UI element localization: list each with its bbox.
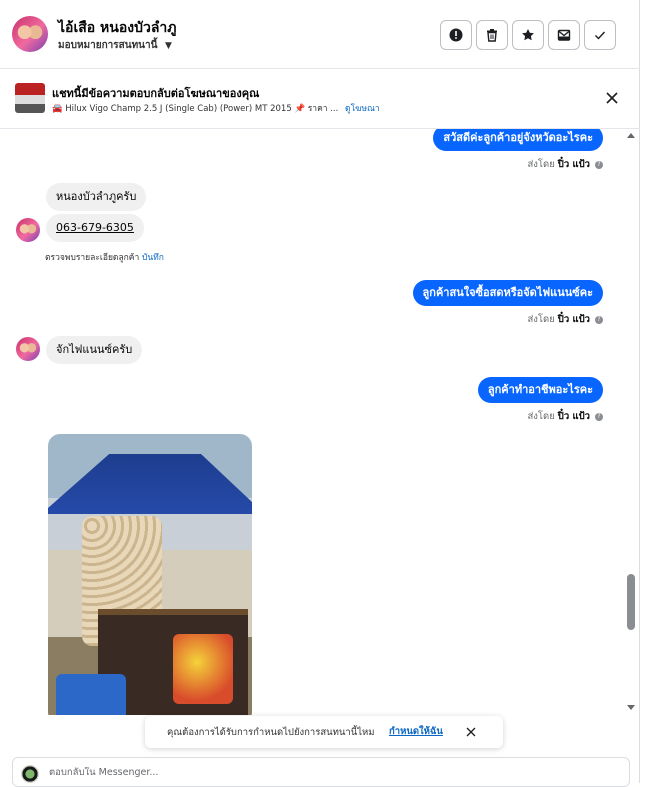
- ad-thumbnail[interactable]: [15, 83, 45, 113]
- avatar[interactable]: [16, 337, 40, 361]
- message-outgoing[interactable]: ลูกค้าทำอาชีพอะไรคะ: [477, 377, 603, 403]
- detected-details-note: ตรวจพบรายละเอียดลูกค้า บันทึก: [45, 250, 164, 264]
- scrollbar-thumb[interactable]: [627, 574, 635, 630]
- scroll-up-arrow-icon[interactable]: [626, 131, 636, 141]
- phone-number[interactable]: 063-679-6305: [56, 221, 134, 234]
- info-icon[interactable]: ?: [595, 413, 603, 421]
- ad-banner-subtitle: 🚘 Hilux Vigo Champ 2.5 J (Single Cab) (P…: [52, 101, 380, 115]
- conversation-header: ไอ้เสือ หนองบัวลำภู มอบหมายการสนทนานี้ ▼: [0, 0, 640, 69]
- delete-button[interactable]: [476, 20, 508, 50]
- ad-banner-title: แชทนี้มีข้อความตอบกลับต่อโฆษณาของคุณ: [52, 87, 260, 100]
- sent-by-label: ส่งโดย ปิ๋ว แป้ว ?: [527, 312, 603, 327]
- chevron-down-icon: ▼: [164, 41, 172, 51]
- ad-reply-banner: แชทนี้มีข้อความตอบกลับต่อโฆษณาของคุณ 🚘 H…: [0, 69, 640, 129]
- contact-name[interactable]: ไอ้เสือ หนองบัวลำภู: [58, 17, 177, 39]
- message-incoming[interactable]: จักไฟแนนซ์ครับ: [46, 336, 143, 364]
- mark-done-button[interactable]: [584, 20, 616, 50]
- message-outgoing[interactable]: ลูกค้าสนใจซื้อสดหรือจัดไฟแนนซ์คะ: [412, 280, 603, 306]
- ad-description: 🚘 Hilux Vigo Champ 2.5 J (Single Cab) (P…: [52, 104, 339, 114]
- star-icon: [522, 29, 534, 41]
- info-icon[interactable]: ?: [595, 316, 603, 324]
- message-incoming[interactable]: หนองบัวลำภูครับ: [46, 183, 147, 211]
- assign-label: มอบหมายการสนทนานี้: [58, 40, 158, 51]
- assign-prompt-text: คุณต้องการได้รับการกำหนดไปยังการสนทนานี้…: [167, 727, 375, 738]
- close-icon[interactable]: [465, 726, 477, 738]
- view-ad-link[interactable]: ดูโฆษณา: [345, 104, 380, 114]
- star-button[interactable]: [512, 20, 544, 50]
- sender-name: ปิ๋ว แป้ว: [557, 314, 590, 325]
- sent-by-prefix: ส่งโดย: [527, 411, 555, 422]
- mark-unread-button[interactable]: [548, 20, 580, 50]
- sender-name: ปิ๋ว แป้ว: [557, 411, 590, 422]
- sent-by-prefix: ส่งโดย: [527, 159, 555, 170]
- sent-by-prefix: ส่งโดย: [527, 314, 555, 325]
- scroll-down-arrow-icon[interactable]: [626, 702, 636, 712]
- trash-icon: [487, 29, 497, 42]
- sent-by-label: ส่งโดย ปิ๋ว แป้ว ?: [527, 409, 603, 424]
- conversation-panel: ไอ้เสือ หนองบัวลำภู มอบหมายการสนทนานี้ ▼: [0, 0, 640, 787]
- message-incoming[interactable]: 063-679-6305: [46, 214, 144, 242]
- messenger-page-icon: [21, 765, 39, 783]
- check-icon: [595, 31, 606, 40]
- sent-by-label: ส่งโดย ปิ๋ว แป้ว ?: [527, 157, 603, 172]
- close-icon[interactable]: [604, 90, 620, 106]
- reply-input[interactable]: [49, 767, 449, 778]
- message-outgoing[interactable]: สวัสดีค่ะลูกค้าอยู่จังหวัดอะไรคะ: [433, 129, 603, 151]
- alert-icon: [449, 28, 463, 42]
- info-icon[interactable]: ?: [595, 161, 603, 169]
- avatar[interactable]: [12, 16, 48, 52]
- assign-prompt-toast: คุณต้องการได้รับการกำหนดไปยังการสนทนานี้…: [145, 716, 503, 748]
- avatar[interactable]: [16, 218, 40, 242]
- mark-spam-button[interactable]: [440, 20, 472, 50]
- detected-details-text: ตรวจพบรายละเอียดลูกค้า: [45, 253, 140, 263]
- mark-unread-icon: [557, 29, 571, 41]
- save-details-link[interactable]: บันทึก: [142, 253, 164, 263]
- image-attachment[interactable]: [48, 434, 252, 715]
- header-actions: [440, 20, 616, 50]
- message-thread[interactable]: สวัสดีค่ะลูกค้าอยู่จังหวัดอะไรคะ ส่งโดย …: [0, 129, 625, 715]
- sender-name: ปิ๋ว แป้ว: [557, 159, 590, 170]
- assign-dropdown[interactable]: มอบหมายการสนทนานี้ ▼: [58, 38, 172, 53]
- assign-to-me-link[interactable]: กำหนดให้ฉัน: [389, 724, 443, 739]
